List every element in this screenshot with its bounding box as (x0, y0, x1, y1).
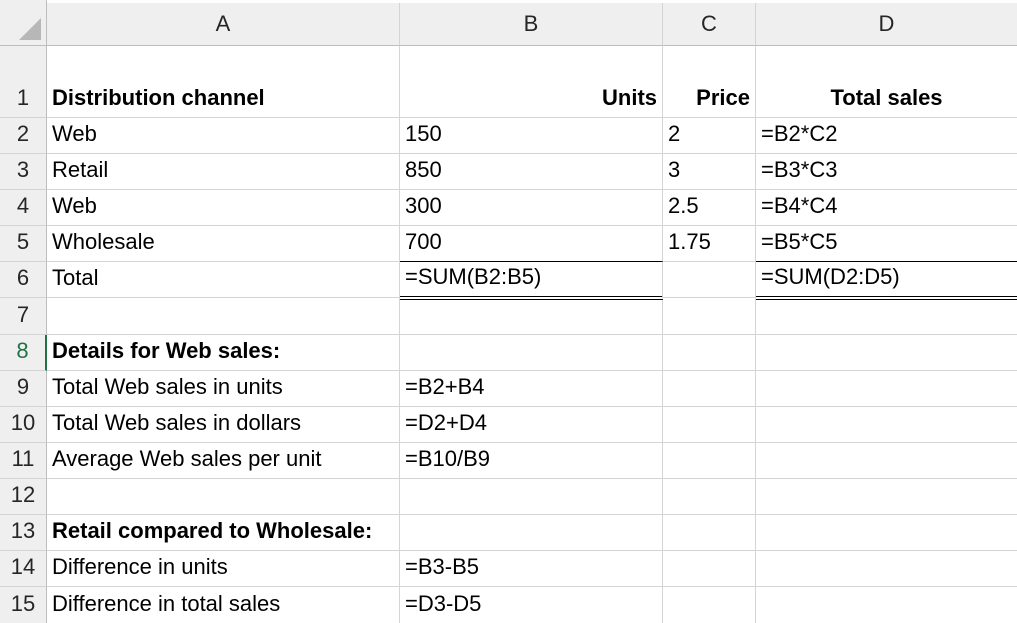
cell-d2[interactable]: =B2*C2 (756, 118, 1017, 154)
select-all-triangle-icon (19, 18, 41, 40)
row-header-6[interactable]: 6 (0, 262, 47, 298)
cell-c4[interactable]: 2.5 (663, 190, 756, 226)
cell-d5[interactable]: =B5*C5 (756, 226, 1017, 262)
row-header-7[interactable]: 7 (0, 298, 47, 335)
cell-c8[interactable] (663, 335, 756, 371)
cell-c5[interactable]: 1.75 (663, 226, 756, 262)
cell-a8[interactable]: Details for Web sales: (47, 335, 400, 371)
cell-a10[interactable]: Total Web sales in dollars (47, 407, 400, 443)
cell-c3[interactable]: 3 (663, 154, 756, 190)
cell-c13[interactable] (663, 515, 756, 551)
cell-b4[interactable]: 300 (400, 190, 663, 226)
cell-d3[interactable]: =B3*C3 (756, 154, 1017, 190)
cell-a1[interactable]: Distribution channel (47, 46, 400, 118)
cell-c2[interactable]: 2 (663, 118, 756, 154)
cell-b6[interactable]: =SUM(B2:B5) (400, 262, 663, 300)
cell-d6[interactable]: =SUM(D2:D5) (756, 262, 1017, 300)
cell-a14[interactable]: Difference in units (47, 551, 400, 587)
cell-c12[interactable] (663, 479, 756, 515)
cell-d4[interactable]: =B4*C4 (756, 190, 1017, 226)
row-header-2[interactable]: 2 (0, 118, 47, 154)
cell-a4[interactable]: Web (47, 190, 400, 226)
cell-d11[interactable] (756, 443, 1017, 479)
cell-b2[interactable]: 150 (400, 118, 663, 154)
cell-c11[interactable] (663, 443, 756, 479)
row-header-12[interactable]: 12 (0, 479, 47, 515)
cell-b15[interactable]: =D3-D5 (400, 587, 663, 623)
cell-a11[interactable]: Average Web sales per unit (47, 443, 400, 479)
cell-a12[interactable] (47, 479, 400, 515)
cell-b7[interactable] (400, 300, 663, 335)
cell-b13[interactable] (400, 515, 663, 551)
row-header-14[interactable]: 14 (0, 551, 47, 587)
cell-c7[interactable] (663, 298, 756, 335)
column-header-c[interactable]: C (663, 3, 756, 46)
cell-d12[interactable] (756, 479, 1017, 515)
cell-c10[interactable] (663, 407, 756, 443)
cell-d9[interactable] (756, 371, 1017, 407)
cell-b11[interactable]: =B10/B9 (400, 443, 663, 479)
cell-d15[interactable] (756, 587, 1017, 623)
cell-d7[interactable] (756, 300, 1017, 335)
cell-c15[interactable] (663, 587, 756, 623)
cell-b12[interactable] (400, 479, 663, 515)
cell-c9[interactable] (663, 371, 756, 407)
row-header-15[interactable]: 15 (0, 587, 47, 623)
cell-a3[interactable]: Retail (47, 154, 400, 190)
cell-b10[interactable]: =D2+D4 (400, 407, 663, 443)
cell-c14[interactable] (663, 551, 756, 587)
cell-b3[interactable]: 850 (400, 154, 663, 190)
column-header-b[interactable]: B (400, 3, 663, 46)
cell-d10[interactable] (756, 407, 1017, 443)
row-header-1[interactable]: 1 (0, 46, 47, 118)
row-header-5[interactable]: 5 (0, 226, 47, 262)
cell-d1[interactable]: Total sales (756, 46, 1017, 118)
cell-c1[interactable]: Price (663, 46, 756, 118)
row-header-9[interactable]: 9 (0, 371, 47, 407)
cell-c6[interactable] (663, 262, 756, 298)
row-header-13[interactable]: 13 (0, 515, 47, 551)
cell-d14[interactable] (756, 551, 1017, 587)
cell-d13[interactable] (756, 515, 1017, 551)
cell-b5[interactable]: 700 (400, 226, 663, 262)
cell-a9[interactable]: Total Web sales in units (47, 371, 400, 407)
cell-a6[interactable]: Total (47, 262, 400, 298)
cell-d8[interactable] (756, 335, 1017, 371)
cell-a5[interactable]: Wholesale (47, 226, 400, 262)
row-header-10[interactable]: 10 (0, 407, 47, 443)
cell-a7[interactable] (47, 298, 400, 335)
row-header-11[interactable]: 11 (0, 443, 47, 479)
cell-a13[interactable]: Retail compared to Wholesale: (47, 515, 400, 551)
cell-a2[interactable]: Web (47, 118, 400, 154)
row-header-4[interactable]: 4 (0, 190, 47, 226)
cell-b8[interactable] (400, 335, 663, 371)
cell-b9[interactable]: =B2+B4 (400, 371, 663, 407)
row-header-3[interactable]: 3 (0, 154, 47, 190)
spreadsheet-grid: A B C D 1 2 3 4 5 6 7 8 9 10 11 12 13 14… (0, 0, 1017, 623)
column-header-d[interactable]: D (756, 3, 1017, 46)
cell-a15[interactable]: Difference in total sales (47, 587, 400, 623)
row-header-8[interactable]: 8 (0, 335, 47, 371)
cell-b1[interactable]: Units (400, 46, 663, 118)
column-header-a[interactable]: A (47, 3, 400, 46)
cell-b14[interactable]: =B3-B5 (400, 551, 663, 587)
select-all-button[interactable] (0, 0, 47, 46)
